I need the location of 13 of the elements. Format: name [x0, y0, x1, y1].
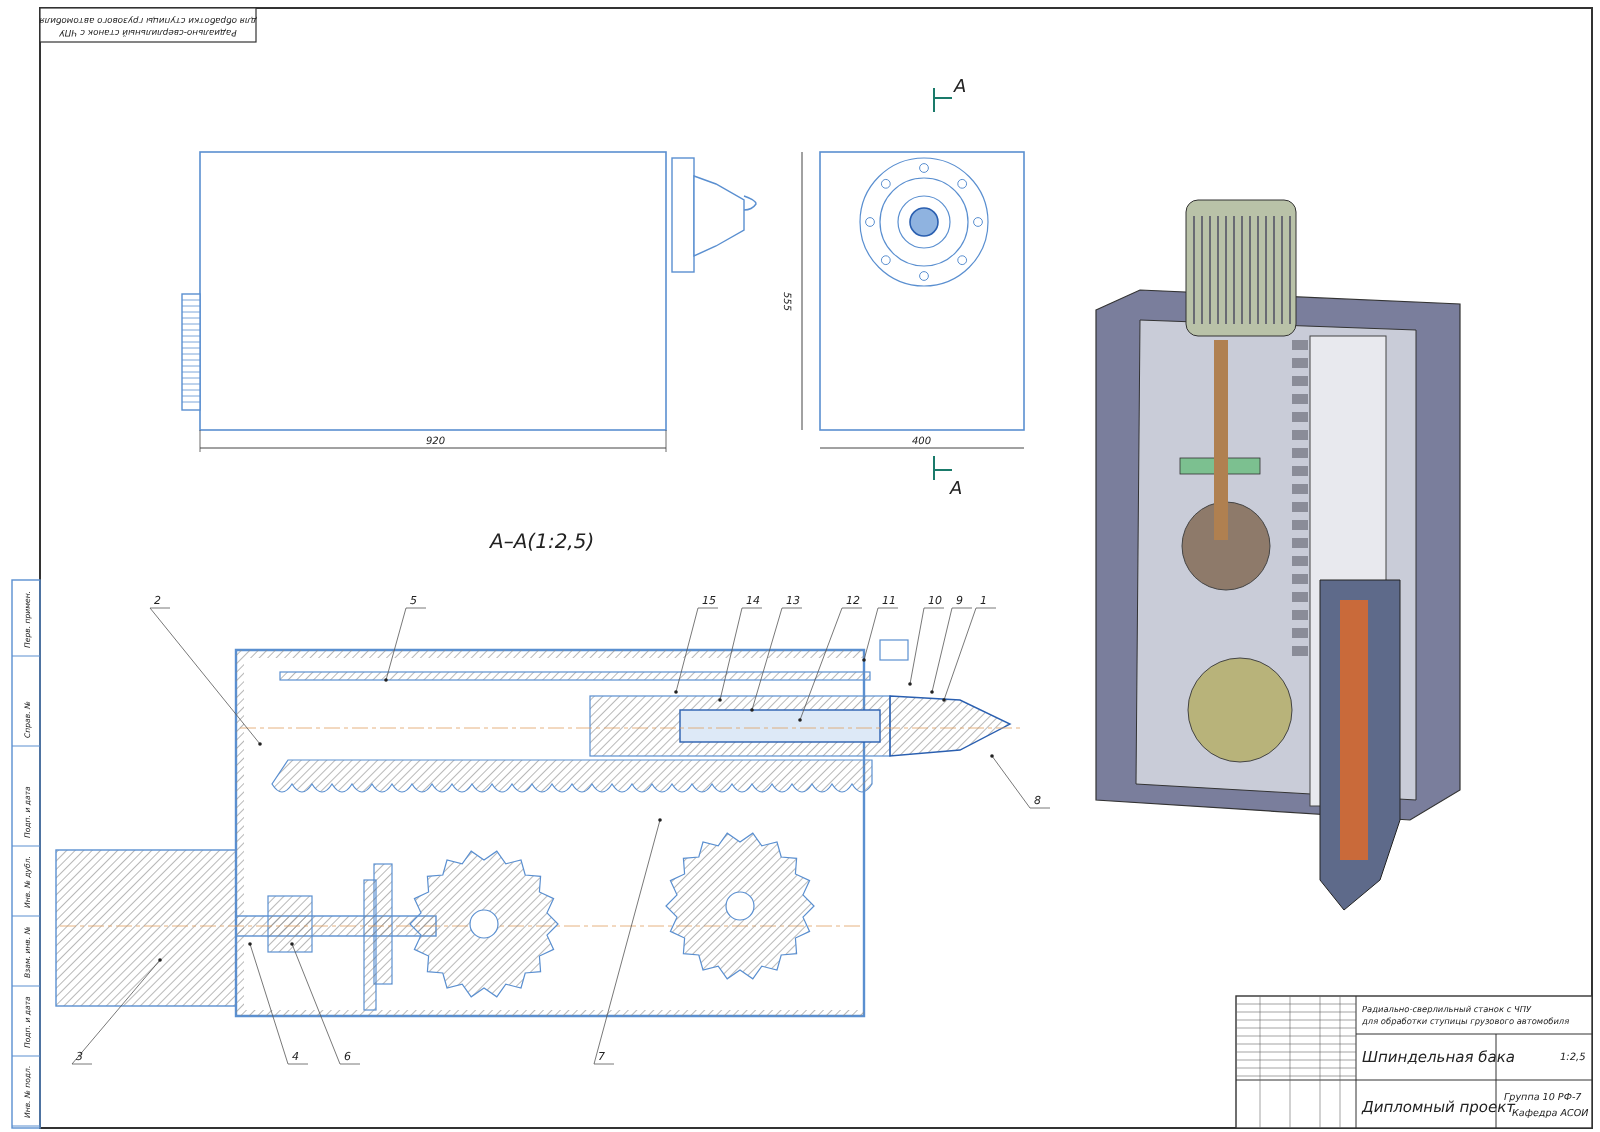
leader-line — [290, 942, 361, 1065]
leader-line — [149, 607, 262, 746]
leader-line — [71, 958, 162, 1065]
leader-line — [674, 607, 719, 694]
leader-line — [384, 607, 427, 682]
leader-line — [930, 607, 973, 694]
leader-line — [248, 942, 309, 1065]
section-title: А–А(1:2,5) — [490, 532, 595, 554]
leader-line — [750, 607, 803, 712]
leader-line — [990, 754, 1051, 809]
section-letter: А — [954, 78, 967, 98]
leader-line — [718, 607, 763, 702]
section-letter: А — [950, 480, 963, 500]
